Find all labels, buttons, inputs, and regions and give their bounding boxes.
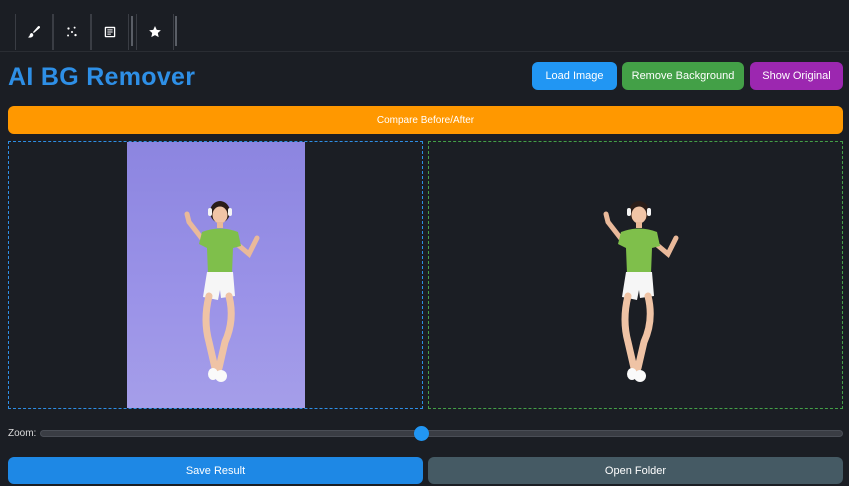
- app-window: AI BG Remover Load Image Remove Backgrou…: [0, 0, 849, 486]
- favorite-tool-button[interactable]: [136, 14, 174, 50]
- star-icon: [149, 26, 161, 38]
- remove-background-button[interactable]: Remove Background: [622, 62, 744, 90]
- app-title: AI BG Remover: [8, 63, 196, 91]
- zoom-slider-track[interactable]: [40, 430, 843, 437]
- original-photo: [127, 142, 305, 408]
- save-result-button[interactable]: Save Result: [8, 457, 423, 484]
- person-figure: [175, 192, 265, 387]
- toolbar: [0, 0, 849, 52]
- load-image-button[interactable]: Load Image: [532, 62, 617, 90]
- zoom-label: Zoom:: [8, 428, 37, 439]
- zoom-slider-thumb[interactable]: [414, 426, 430, 441]
- open-folder-button[interactable]: Open Folder: [428, 457, 843, 484]
- original-image-panel: [8, 141, 423, 409]
- person-cutout-figure: [594, 192, 684, 387]
- notes-tool-button[interactable]: [91, 14, 129, 50]
- toolbar-separator: [131, 16, 133, 46]
- brush-tool-button[interactable]: [15, 14, 53, 50]
- notes-icon: [104, 26, 116, 38]
- compare-before-after-button[interactable]: Compare Before/After: [8, 106, 843, 134]
- brush-icon: [27, 25, 41, 38]
- sparkle-dots-icon: [67, 26, 77, 37]
- toolbar-separator: [175, 16, 177, 46]
- result-image-panel: [428, 141, 843, 409]
- effects-tool-button[interactable]: [53, 14, 91, 50]
- show-original-button[interactable]: Show Original: [750, 62, 843, 90]
